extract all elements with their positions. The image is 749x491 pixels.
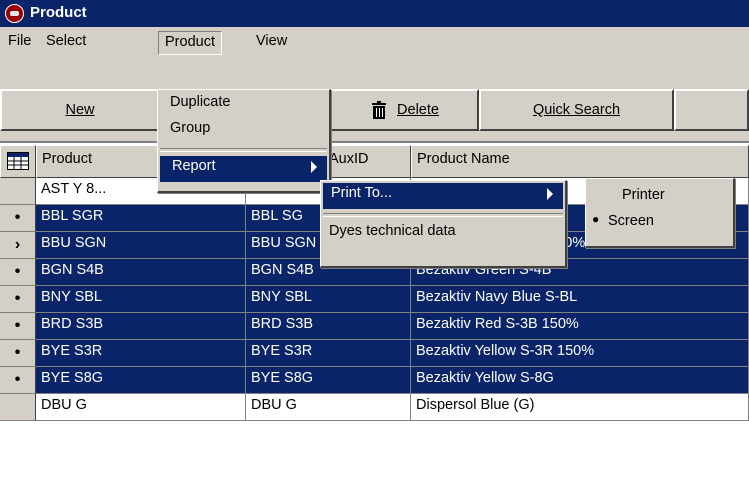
delete-button[interactable]: Delete — [329, 89, 479, 131]
menu-item-group[interactable]: Group — [158, 118, 329, 144]
product-menu: Duplicate Group Report — [157, 89, 331, 193]
menu-separator — [323, 213, 563, 217]
row-selector[interactable]: • — [0, 340, 36, 367]
menu-item-report-label: Report — [172, 158, 216, 174]
print-to-submenu: Printer ● Screen — [585, 178, 735, 248]
cell-product[interactable]: BBU SGN — [36, 232, 246, 259]
cell-product[interactable]: BBL SGR — [36, 205, 246, 232]
submenu-arrow-icon — [311, 161, 317, 173]
menu-item-duplicate[interactable]: Duplicate — [158, 92, 329, 118]
radio-bullet-icon: ● — [592, 212, 600, 226]
menu-item-print-to[interactable]: Print To... — [323, 183, 563, 209]
menu-file[interactable]: File — [2, 31, 37, 55]
new-button-label: New — [65, 102, 95, 118]
cell-auxid[interactable]: DBU G — [246, 394, 411, 421]
cell-auxid[interactable]: BYE S3R — [246, 340, 411, 367]
cell-auxid[interactable]: BYE S8G — [246, 367, 411, 394]
cell-product[interactable]: BYE S8G — [36, 367, 246, 394]
cell-auxid[interactable]: BNY SBL — [246, 286, 411, 313]
cell-product[interactable]: BYE S3R — [36, 340, 246, 367]
window-title: Product — [30, 4, 87, 21]
title-bar: Product — [0, 0, 749, 27]
table-row[interactable]: • BNY SBL BNY SBL Bezaktiv Navy Blue S-B… — [0, 286, 749, 313]
cell-product-name[interactable]: Bezaktiv Yellow S-3R 150% — [411, 340, 749, 367]
report-submenu: Print To... Dyes technical data — [320, 180, 567, 268]
row-selector[interactable]: • — [0, 205, 36, 232]
delete-button-label: Delete — [397, 102, 439, 118]
cell-product[interactable]: BGN S4B — [36, 259, 246, 286]
cell-product-name[interactable]: Dispersol Blue (G) — [411, 394, 749, 421]
menu-item-screen-label: Screen — [608, 213, 654, 229]
menu-item-printer[interactable]: Printer — [586, 185, 733, 211]
toolbar-extra-button[interactable] — [674, 89, 749, 131]
menu-item-print-to-label: Print To... — [331, 185, 392, 201]
table-row[interactable]: • BYE S3R BYE S3R Bezaktiv Yellow S-3R 1… — [0, 340, 749, 367]
cell-product-name[interactable]: Bezaktiv Yellow S-8G — [411, 367, 749, 394]
menu-product[interactable]: Product — [158, 31, 222, 55]
column-header-product-name[interactable]: Product Name — [411, 145, 749, 178]
row-selector[interactable] — [0, 394, 36, 421]
cell-product-name[interactable]: Bezaktiv Navy Blue S-BL — [411, 286, 749, 313]
app-icon — [5, 4, 24, 23]
table-row[interactable]: DBU G DBU G Dispersol Blue (G) — [0, 394, 749, 421]
menu-view[interactable]: View — [250, 31, 293, 55]
trash-icon — [372, 101, 387, 119]
row-selector[interactable]: › — [0, 232, 36, 259]
menu-bar: File Select Product View — [0, 27, 749, 57]
table-row[interactable]: • BYE S8G BYE S8G Bezaktiv Yellow S-8G — [0, 367, 749, 394]
menu-item-screen[interactable]: ● Screen — [586, 211, 733, 237]
table-row[interactable]: • BRD S3B BRD S3B Bezaktiv Red S-3B 150% — [0, 313, 749, 340]
row-selector[interactable] — [0, 178, 36, 205]
cell-auxid[interactable]: BRD S3B — [246, 313, 411, 340]
submenu-arrow-icon — [547, 188, 553, 200]
cell-product-name[interactable]: Bezaktiv Red S-3B 150% — [411, 313, 749, 340]
row-selector[interactable]: • — [0, 259, 36, 286]
new-button[interactable]: New — [0, 89, 160, 131]
quick-search-button-label: Quick Search — [532, 102, 621, 118]
menu-separator — [160, 148, 327, 152]
table-icon — [7, 152, 29, 170]
row-selector[interactable]: • — [0, 367, 36, 394]
row-selector[interactable]: • — [0, 313, 36, 340]
quick-search-button[interactable]: Quick Search — [479, 89, 674, 131]
cell-product[interactable]: DBU G — [36, 394, 246, 421]
menu-item-dyes-technical-data[interactable]: Dyes technical data — [321, 221, 565, 247]
cell-product[interactable]: BRD S3B — [36, 313, 246, 340]
menu-select[interactable]: Select — [40, 31, 92, 55]
menu-item-report[interactable]: Report — [160, 156, 327, 182]
row-selector[interactable]: • — [0, 286, 36, 313]
cell-product[interactable]: BNY SBL — [36, 286, 246, 313]
grid-corner[interactable] — [0, 145, 36, 178]
